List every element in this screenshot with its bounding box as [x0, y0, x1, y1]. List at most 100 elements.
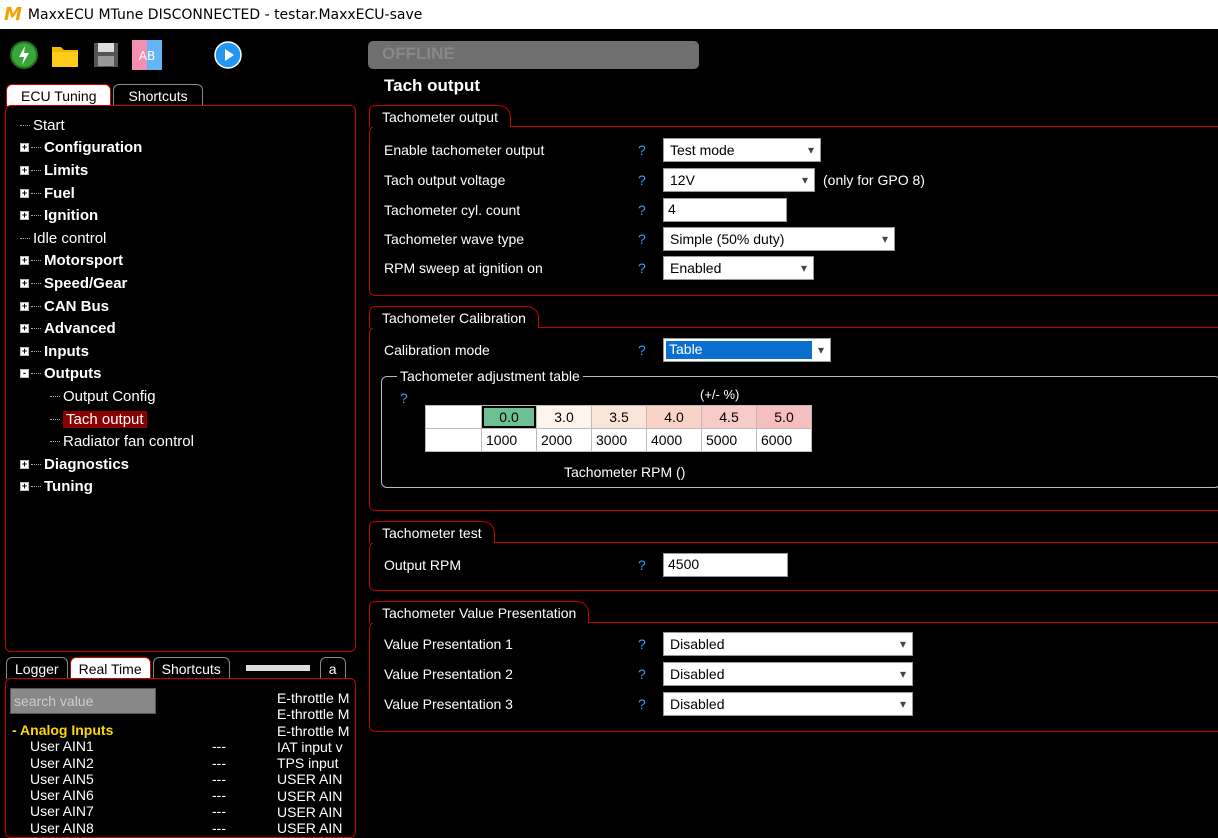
realtime-right-item[interactable]: IAT input v [277, 739, 349, 755]
expand-icon[interactable]: + [20, 256, 29, 266]
tachometer-test-title: Tachometer test [369, 521, 495, 543]
tree-item-label: Configuration [44, 139, 143, 157]
realtime-row[interactable]: User AIN6 --- [12, 787, 252, 803]
tab-logger[interactable]: Logger [6, 657, 68, 679]
rpm-cell[interactable]: 1000 [481, 428, 537, 452]
realtime-row[interactable]: User AIN7 --- [12, 803, 252, 819]
help-icon[interactable]: ? [638, 666, 663, 682]
realtime-right-item[interactable]: TPS input [277, 755, 349, 771]
realtime-row[interactable]: User AIN1 --- [12, 738, 252, 754]
tree-item-tuning[interactable]: + Tuning [20, 476, 194, 499]
tach-cyl-input[interactable]: 4 [663, 198, 787, 222]
realtime-row[interactable]: User AIN2 --- [12, 755, 252, 771]
tree-item-fuel[interactable]: + Fuel [20, 182, 194, 205]
help-icon[interactable]: ? [638, 557, 663, 573]
tree-item-ignition[interactable]: + Ignition [20, 204, 194, 227]
realtime-right-item[interactable]: USER AIN [277, 820, 349, 836]
tree-item-speed-gear[interactable]: + Speed/Gear [20, 272, 194, 295]
adjust-cell[interactable]: 5.0 [756, 405, 812, 429]
output-rpm-input[interactable]: 4500 [663, 553, 788, 577]
adjust-cell[interactable]: 3.0 [536, 405, 592, 429]
help-icon[interactable]: ? [638, 260, 663, 276]
value-presentation-select[interactable]: Disabled ▾ [663, 632, 913, 656]
expand-icon[interactable]: + [20, 165, 29, 175]
calibration-mode-select[interactable]: Table ▾ [663, 338, 831, 362]
tab-shortcuts-bottom[interactable]: Shortcuts [152, 657, 230, 679]
tree-item-advanced[interactable]: + Advanced [20, 317, 194, 340]
tree-item-diagnostics[interactable]: + Diagnostics [20, 453, 194, 476]
help-icon[interactable]: ? [638, 342, 663, 358]
folder-icon[interactable] [49, 39, 81, 71]
save-icon[interactable] [90, 39, 122, 71]
adjustment-table-title: Tachometer adjustment table [397, 368, 583, 384]
tab-real-time[interactable]: Real Time [69, 657, 151, 679]
help-icon[interactable]: ? [638, 231, 663, 247]
tree-connector [31, 147, 41, 149]
search-input[interactable]: search value [10, 688, 156, 714]
help-icon[interactable]: ? [638, 172, 663, 188]
power-icon[interactable] [8, 39, 40, 71]
expand-icon[interactable]: + [20, 143, 29, 153]
help-icon[interactable]: ? [638, 636, 663, 652]
rpm-cell[interactable]: 5000 [701, 428, 757, 452]
realtime-right-item[interactable]: E-throttle M [277, 723, 349, 739]
tab-ecu-tuning[interactable]: ECU Tuning [6, 84, 112, 106]
tab-a[interactable]: a [319, 657, 346, 679]
realtime-right-item[interactable]: E-throttle M [277, 690, 349, 706]
expand-icon[interactable]: + [20, 324, 29, 334]
realtime-right-item[interactable]: E-throttle M [277, 706, 349, 722]
tree-item-inputs[interactable]: + Inputs [20, 340, 194, 363]
tree-item-tach-output[interactable]: Tach output [20, 408, 194, 431]
realtime-row[interactable]: User AIN8 --- [12, 820, 252, 836]
realtime-right-item[interactable]: USER AIN [277, 788, 349, 804]
rpm-cell[interactable]: 2000 [536, 428, 592, 452]
expand-icon[interactable]: + [20, 459, 29, 469]
adjust-cell[interactable]: 4.0 [646, 405, 702, 429]
rpm-cell[interactable]: 3000 [591, 428, 647, 452]
tree-item-start[interactable]: Start [20, 114, 194, 137]
tach-voltage-label: Tach output voltage [384, 172, 506, 188]
expand-icon[interactable]: + [20, 188, 29, 198]
rpm-cell[interactable]: 4000 [646, 428, 702, 452]
tree-item-idle-control[interactable]: Idle control [20, 227, 194, 250]
help-icon[interactable]: ? [638, 202, 663, 218]
expand-icon[interactable]: + [20, 346, 29, 356]
adjust-cell[interactable]: 4.5 [701, 405, 757, 429]
help-icon[interactable]: ? [638, 696, 663, 712]
tree-connector [20, 124, 30, 126]
tree-item-configuration[interactable]: + Configuration [20, 137, 194, 160]
enable-tach-select[interactable]: Test mode ▾ [663, 138, 821, 162]
tree-item-motorsport[interactable]: + Motorsport [20, 250, 194, 273]
adjust-cell[interactable]: 3.5 [591, 405, 647, 429]
tach-wave-select[interactable]: Simple (50% duty) ▾ [663, 227, 895, 251]
tree-item-output-config[interactable]: Output Config [20, 385, 194, 408]
tach-wave-value: Simple (50% duty) [670, 231, 785, 247]
realtime-right-item[interactable]: USER AIN [277, 804, 349, 820]
expand-icon[interactable]: + [20, 301, 29, 311]
tab-shortcuts[interactable]: Shortcuts [113, 84, 203, 106]
help-icon[interactable]: ? [638, 142, 663, 158]
tree-item-label: Inputs [44, 342, 89, 360]
tree-item-radiator-fan-control[interactable]: Radiator fan control [20, 430, 194, 453]
tree-connector [31, 328, 41, 330]
expand-icon[interactable]: + [20, 211, 29, 221]
realtime-right-item[interactable]: USER AIN [277, 771, 349, 787]
compare-icon[interactable]: AB [131, 39, 163, 71]
expand-icon[interactable]: + [20, 482, 29, 492]
panel-slider[interactable] [245, 665, 310, 671]
rpm-cell[interactable]: 6000 [756, 428, 812, 452]
value-presentation-select[interactable]: Disabled ▾ [663, 662, 913, 686]
tree-item-outputs[interactable]: - Outputs [20, 363, 194, 386]
play-icon[interactable] [212, 39, 244, 71]
tree-item-limits[interactable]: + Limits [20, 159, 194, 182]
realtime-row[interactable]: User AIN5 --- [12, 771, 252, 787]
adjust-cell[interactable]: 0.0 [481, 405, 537, 429]
tree-item-can-bus[interactable]: + CAN Bus [20, 295, 194, 318]
value-presentation-select[interactable]: Disabled ▾ [663, 692, 913, 716]
tach-voltage-select[interactable]: 12V ▾ [663, 168, 815, 192]
rpm-sweep-select[interactable]: Enabled ▾ [663, 256, 814, 280]
collapse-icon[interactable]: - [20, 369, 29, 379]
group-analog-inputs[interactable]: - Analog Inputs [12, 722, 252, 738]
expand-icon[interactable]: + [20, 278, 29, 288]
help-icon[interactable]: ? [400, 390, 408, 406]
